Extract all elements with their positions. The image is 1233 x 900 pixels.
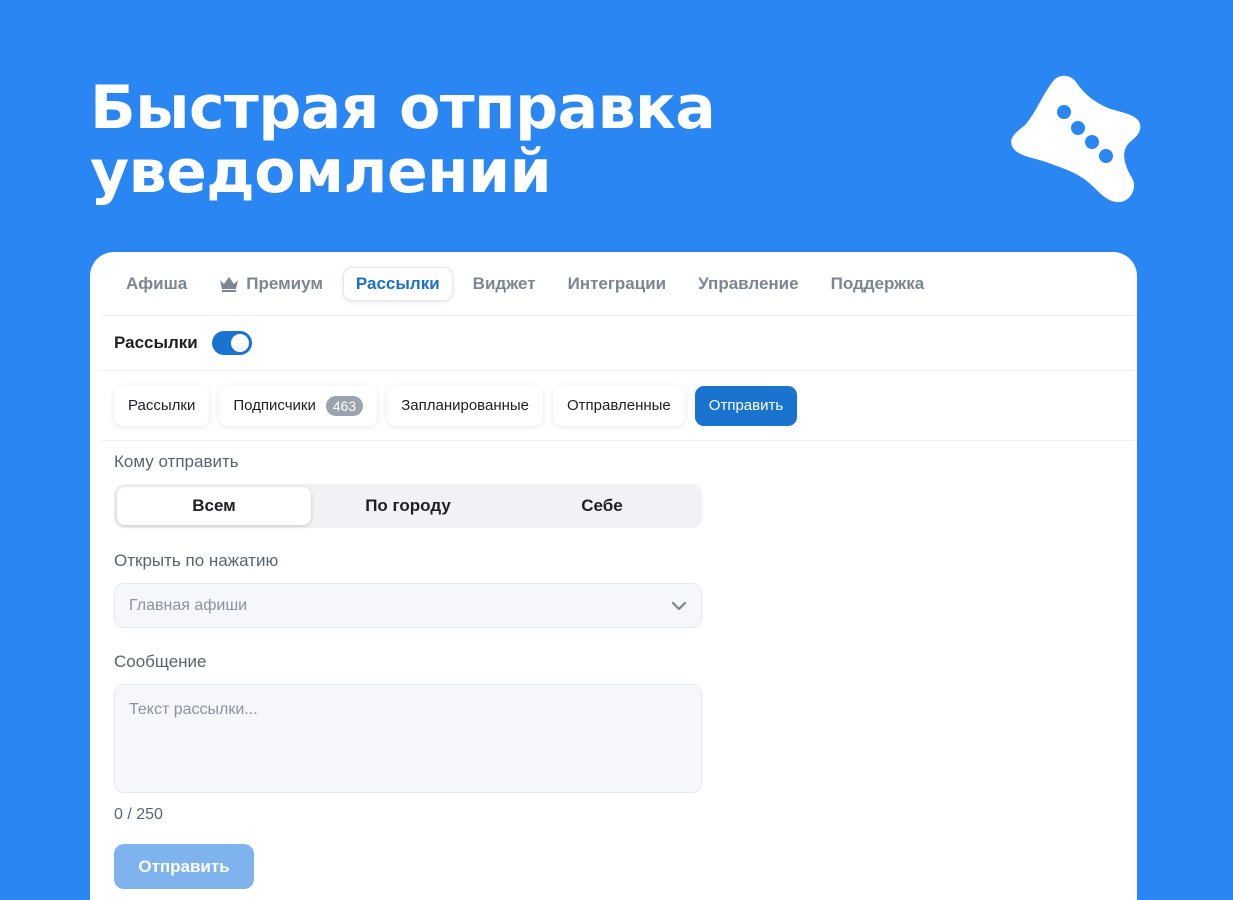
subtab-label: Подписчики — [233, 397, 316, 414]
send-button[interactable]: Отправить — [114, 844, 254, 889]
mailings-toggle-row: Рассылки — [100, 316, 1137, 371]
recipient-label: Кому отправить — [114, 452, 239, 471]
nav-item-premium[interactable]: Премиум — [207, 267, 335, 301]
recipient-segmented-control: Всем По городу Себе — [114, 484, 702, 528]
recipient-option-city[interactable]: По городу — [311, 487, 505, 525]
nav-item-label: Премиум — [246, 273, 323, 293]
brand-logo-icon — [1011, 75, 1141, 203]
subtab-scheduled[interactable]: Запланированные — [387, 385, 544, 426]
app-card: Афиша Премиум Рассылки Виджет Интеграции… — [90, 252, 1137, 900]
nav-item-label: Рассылки — [355, 273, 440, 293]
open-on-click-label: Открыть по нажатию — [114, 551, 279, 570]
message-char-counter: 0 / 250 — [114, 806, 163, 823]
subtab-label: Отправить — [708, 397, 784, 414]
hero-title-line-2: уведомлений — [90, 137, 552, 207]
message-textarea[interactable] — [114, 684, 702, 793]
mailings-toggle-label: Рассылки — [114, 333, 198, 352]
toggle-knob — [230, 334, 249, 352]
subtab-label: Отправленные — [567, 397, 671, 414]
nav-item-label: Виджет — [472, 273, 536, 293]
nav-item-label: Интеграции — [567, 273, 667, 293]
message-label: Сообщение — [114, 652, 207, 671]
nav-item-label: Поддержка — [830, 273, 925, 293]
subtab-sent[interactable]: Отправленные — [553, 385, 685, 426]
send-form: Кому отправить Всем По городу Себе Откры… — [114, 452, 702, 889]
subtab-label: Запланированные — [401, 397, 530, 414]
subtab-send[interactable]: Отправить — [694, 385, 798, 426]
recipient-option-self[interactable]: Себе — [505, 487, 699, 525]
subtab-mailings[interactable]: Рассылки — [114, 385, 210, 426]
open-on-click-value: Главная афиши — [129, 596, 248, 614]
nav-item-label: Управление — [698, 273, 799, 293]
nav-item-widget[interactable]: Виджет — [461, 267, 548, 301]
subtab-subscribers[interactable]: Подписчики 463 — [219, 385, 378, 426]
subscribers-count-badge: 463 — [325, 395, 364, 416]
top-nav: Афиша Премиум Рассылки Виджет Интеграции… — [100, 252, 1137, 316]
chevron-down-icon — [671, 601, 687, 610]
subtabs: Рассылки Подписчики 463 Запланированные … — [100, 371, 1137, 441]
nav-item-support[interactable]: Поддержка — [819, 267, 937, 301]
nav-item-afisha[interactable]: Афиша — [114, 267, 199, 301]
nav-item-label: Афиша — [126, 273, 188, 293]
hero-title-line-1: Быстрая отправка — [90, 73, 716, 143]
mailings-toggle[interactable] — [211, 331, 252, 355]
nav-item-mailings[interactable]: Рассылки — [342, 266, 453, 301]
subtab-label: Рассылки — [128, 397, 196, 414]
nav-item-integrations[interactable]: Интеграции — [556, 267, 679, 301]
crown-icon — [220, 276, 239, 292]
hero-title: Быстрая отправка уведомлений — [90, 76, 850, 204]
nav-item-management[interactable]: Управление — [686, 267, 810, 301]
open-on-click-select[interactable]: Главная афиши — [114, 583, 702, 628]
recipient-option-all[interactable]: Всем — [117, 487, 311, 525]
